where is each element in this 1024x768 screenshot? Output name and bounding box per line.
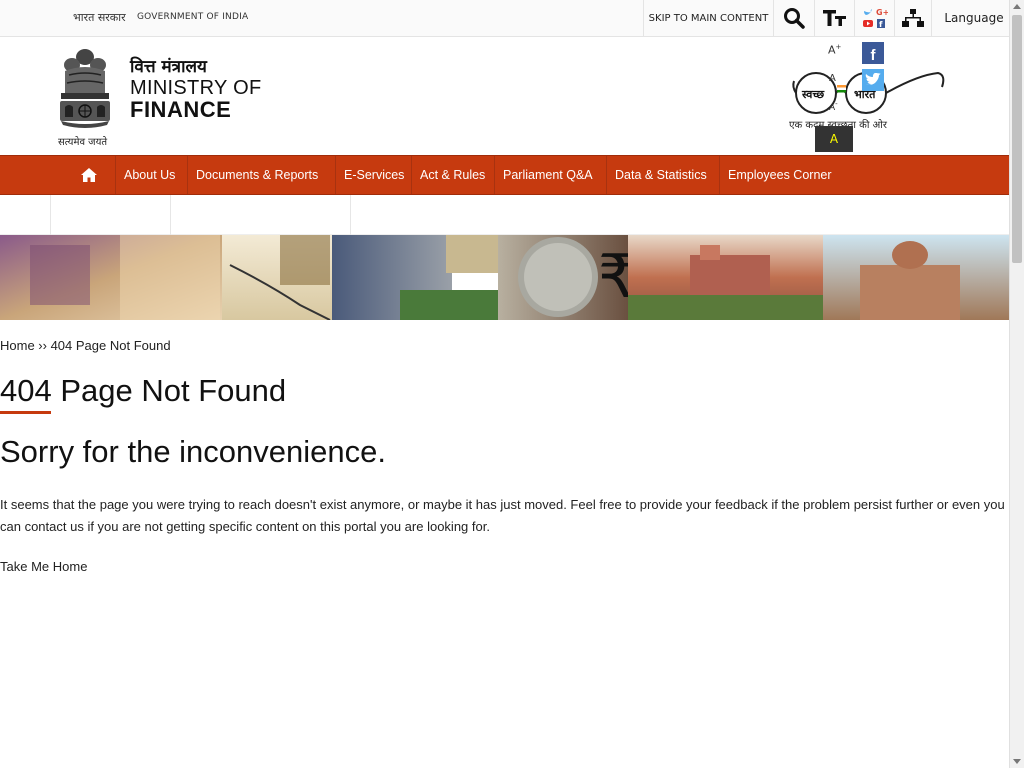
- scrollbar-thumb[interactable]: [1012, 15, 1022, 263]
- scroll-up-arrow-icon[interactable]: [1013, 4, 1021, 9]
- national-emblem-logo[interactable]: [55, 45, 115, 137]
- nav-parliament-qa[interactable]: Parliament Q&A: [494, 156, 606, 194]
- nav-employees-corner[interactable]: Employees Corner: [719, 156, 849, 194]
- font-increase-sup: +: [835, 43, 842, 51]
- title-underline: [0, 411, 51, 414]
- svg-text:f: f: [879, 20, 883, 29]
- sub-nav-divider: [350, 195, 351, 235]
- social-icon: G+ f: [862, 8, 888, 29]
- svg-text:G+: G+: [876, 8, 888, 17]
- sub-nav-divider: [170, 195, 171, 235]
- vertical-scrollbar[interactable]: [1009, 0, 1024, 768]
- font-normal-button[interactable]: A: [829, 73, 836, 84]
- site-header: सत्यमेव जयते वित्त मंत्रालय MINISTRY OF …: [0, 37, 1009, 155]
- sitemap-icon: [902, 9, 924, 27]
- text-size-button[interactable]: [814, 0, 854, 36]
- nav-about-us[interactable]: About Us: [115, 156, 187, 194]
- breadcrumb-home-link[interactable]: Home: [0, 338, 35, 353]
- breadcrumb-current: 404 Page Not Found: [50, 338, 171, 353]
- page-title: 404 Page Not Found: [0, 373, 287, 408]
- twitter-icon[interactable]: [862, 69, 884, 91]
- nav-data-statistics[interactable]: Data & Statistics: [606, 156, 719, 194]
- skip-to-main-link[interactable]: SKIP TO MAIN CONTENT: [643, 0, 773, 36]
- search-icon: [784, 8, 805, 29]
- nav-documents-reports[interactable]: Documents & Reports: [187, 156, 335, 194]
- text-size-icon: [822, 10, 846, 26]
- error-message: It seems that the page you were trying t…: [0, 497, 1005, 534]
- brand-line-2: FINANCE: [130, 97, 232, 122]
- swachh-left-text: स्वच्छ: [801, 88, 825, 101]
- font-decrease-sup: -: [835, 100, 838, 108]
- top-bar: भारत सरकार GOVERNMENT OF INDIA SKIP TO M…: [0, 0, 1009, 37]
- breadcrumb: Home ›› 404 Page Not Found: [0, 338, 171, 353]
- header-banner-image: ₹: [0, 235, 1009, 320]
- sitemap-button[interactable]: [894, 0, 931, 36]
- motto-label: सत्यमेव जयते: [58, 137, 108, 148]
- gov-english-label: GOVERNMENT OF INDIA: [137, 12, 249, 22]
- gov-hindi-label: भारत सरकार: [73, 11, 126, 24]
- main-nav: About Us Documents & Reports E-Services …: [0, 155, 1009, 195]
- facebook-icon[interactable]: f: [862, 42, 884, 64]
- font-increase-button[interactable]: A+: [828, 43, 841, 57]
- nav-home-button[interactable]: [62, 156, 115, 194]
- font-decrease-button[interactable]: A-: [829, 100, 838, 113]
- home-icon: [80, 168, 97, 182]
- sub-nav-divider: [50, 195, 51, 235]
- brand-hindi: वित्त मंत्रालय: [130, 57, 207, 77]
- font-increase-label: A: [828, 43, 836, 57]
- nav-act-rules[interactable]: Act & Rules: [411, 156, 494, 194]
- social-links-button[interactable]: G+ f: [854, 0, 894, 36]
- breadcrumb-separator: ››: [34, 338, 51, 353]
- nav-e-services[interactable]: E-Services: [335, 156, 411, 194]
- high-contrast-button[interactable]: A: [815, 126, 853, 152]
- take-me-home-link[interactable]: Take Me Home: [0, 559, 87, 574]
- search-button[interactable]: [773, 0, 814, 36]
- page-subtitle: Sorry for the inconvenience.: [0, 434, 386, 469]
- scroll-down-arrow-icon[interactable]: [1013, 759, 1021, 764]
- language-selector[interactable]: Language: [931, 0, 1009, 36]
- sub-nav-bar: [0, 195, 1009, 235]
